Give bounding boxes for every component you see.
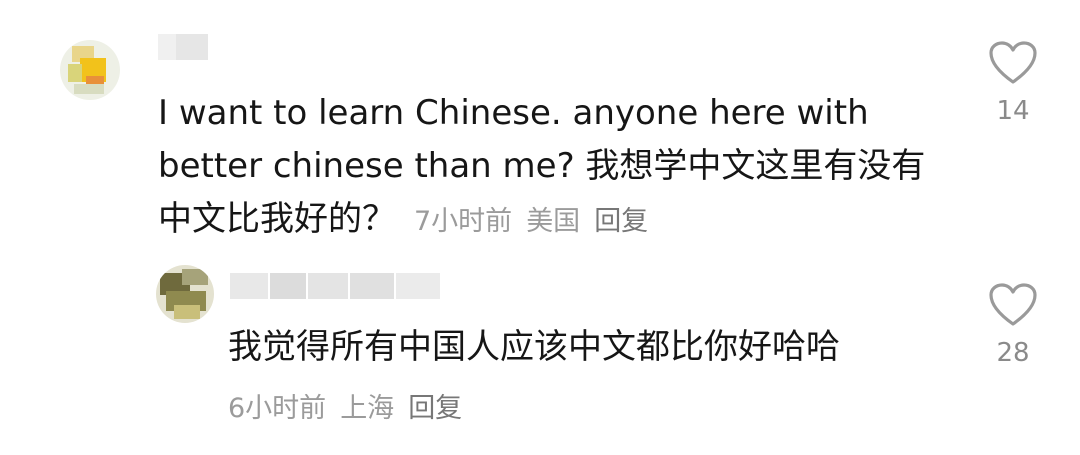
- like-count: 28: [996, 338, 1030, 368]
- like-button[interactable]: 28: [983, 282, 1043, 368]
- like-button[interactable]: 14: [983, 40, 1043, 126]
- avatar[interactable]: [156, 265, 214, 323]
- username-blurred[interactable]: [230, 273, 440, 299]
- reply-location: 上海: [340, 393, 395, 424]
- comment-text: I want to learn Chinese. anyone here wit…: [158, 87, 938, 248]
- reply-text: 我觉得所有中国人应该中文都比你好哈哈: [228, 327, 840, 367]
- like-count: 14: [996, 96, 1030, 126]
- reply-button[interactable]: 回复: [408, 393, 462, 424]
- comment-meta: 7小时前 美国 回复: [414, 206, 648, 237]
- comment-time: 7小时前: [414, 206, 513, 237]
- reply-meta: 6小时前 上海 回复: [228, 386, 462, 425]
- comment-location: 美国: [526, 206, 581, 237]
- reply-button[interactable]: 回复: [594, 206, 648, 237]
- heart-outline-icon: [989, 41, 1037, 84]
- heart-outline-icon: [989, 283, 1037, 326]
- reply-time: 6小时前: [228, 393, 327, 424]
- username-blurred[interactable]: [158, 34, 208, 60]
- avatar[interactable]: [60, 40, 120, 100]
